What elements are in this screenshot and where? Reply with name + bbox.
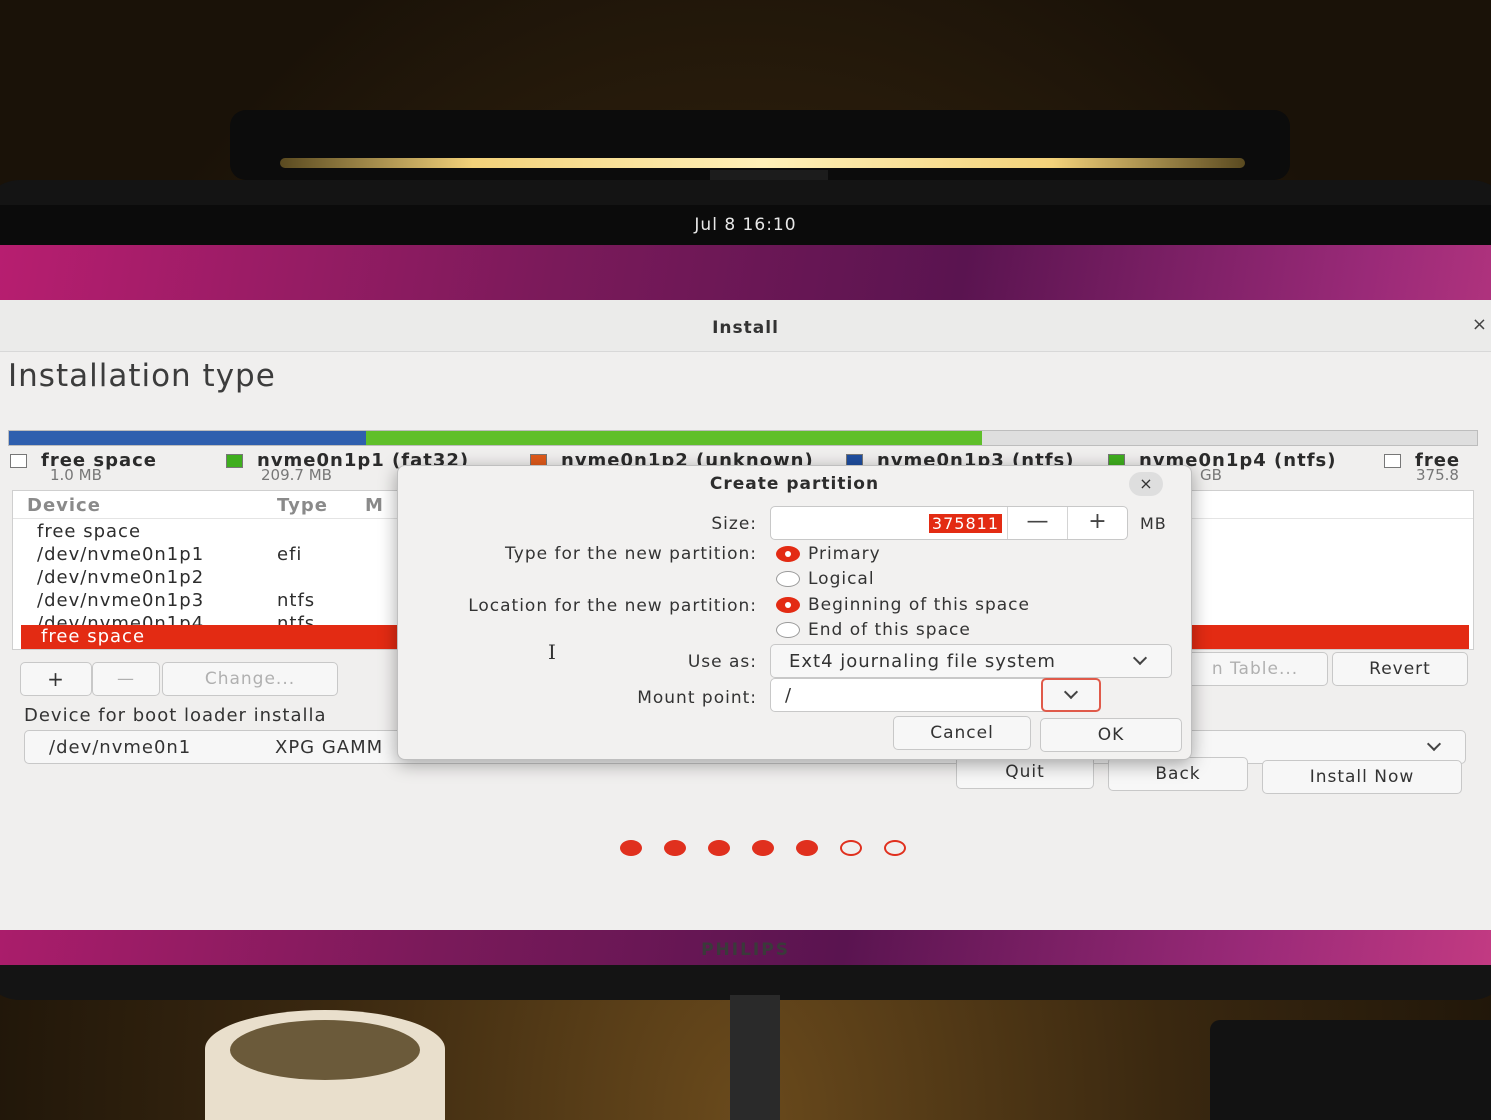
row-device: /dev/nvme0n1p3	[37, 590, 205, 611]
radio-logical[interactable]	[776, 571, 800, 587]
chevron-down-icon	[1426, 736, 1442, 752]
bootloader-label: Device for boot loader installa	[24, 705, 327, 726]
disk-usage-bar	[8, 430, 1478, 446]
desk-bin-contents	[230, 1020, 420, 1080]
progress-dot-complete	[620, 840, 642, 856]
new-partition-table-button[interactable]: n Table...	[1182, 652, 1328, 686]
mount-point-value: /	[785, 685, 792, 706]
size-input[interactable]: 375811	[928, 514, 1002, 533]
ok-button[interactable]: OK	[1040, 718, 1182, 752]
disk-segment	[365, 431, 983, 445]
mount-point-input[interactable]: /	[770, 678, 1101, 712]
decrement-button[interactable]: —	[1007, 507, 1067, 539]
text-cursor-icon: I	[548, 640, 556, 664]
radio-logical-label[interactable]: Logical	[808, 569, 875, 589]
use-as-select[interactable]: Ext4 journaling file system	[770, 644, 1172, 678]
quit-button[interactable]: Quit	[956, 755, 1094, 789]
light-bar-glow	[280, 158, 1245, 168]
size-unit: MB	[1140, 514, 1167, 533]
chevron-down-icon	[1063, 684, 1079, 700]
progress-dot-complete	[664, 840, 686, 856]
progress-dot-complete	[708, 840, 730, 856]
chevron-down-icon	[1132, 650, 1148, 666]
row-device: free space	[41, 626, 146, 647]
legend-swatch	[10, 453, 27, 468]
radio-end[interactable]	[776, 622, 800, 638]
legend-size: 1.0 MB	[50, 466, 102, 484]
size-spinner[interactable]: 375811 — +	[770, 506, 1128, 540]
back-button[interactable]: Back	[1108, 757, 1248, 791]
column-device[interactable]: Device	[27, 495, 101, 516]
radio-end-label[interactable]: End of this space	[808, 620, 971, 640]
radio-primary-label[interactable]: Primary	[808, 544, 881, 564]
bootloader-device: /dev/nvme0n1	[49, 737, 192, 758]
column-mount[interactable]: M	[365, 495, 384, 516]
column-type[interactable]: Type	[277, 495, 328, 516]
legend-swatch	[1384, 453, 1401, 468]
progress-dots	[620, 840, 920, 860]
mount-point-label: Mount point:	[637, 688, 757, 708]
legend-item: free 375.8	[1384, 450, 1460, 484]
row-device: free space	[37, 521, 142, 542]
clock[interactable]: Jul 8 16:10	[0, 215, 1491, 235]
cancel-button[interactable]: Cancel	[893, 716, 1031, 750]
disk-segment	[982, 431, 1477, 445]
progress-dot-complete	[796, 840, 818, 856]
create-partition-dialog: Create partition × Size: 375811 — + MB T…	[397, 465, 1192, 760]
monitor-stand	[730, 995, 780, 1120]
monitor-brand-logo: PHILIPS	[701, 940, 790, 960]
increment-button[interactable]: +	[1067, 507, 1127, 539]
close-icon[interactable]: ×	[1472, 314, 1487, 335]
install-now-button[interactable]: Install Now	[1262, 760, 1462, 794]
legend-size: 375.8	[1416, 466, 1459, 484]
location-label: Location for the new partition:	[468, 596, 757, 616]
row-type: ntfs	[277, 590, 316, 611]
add-partition-button[interactable]: +	[20, 662, 92, 696]
disk-segment	[9, 431, 366, 445]
use-as-label: Use as:	[687, 652, 757, 672]
progress-dot-complete	[752, 840, 774, 856]
top-bar: Jul 8 16:10	[0, 205, 1491, 245]
size-label: Size:	[711, 514, 757, 534]
window-title: Install	[712, 318, 779, 338]
progress-dot-pending	[884, 840, 906, 856]
row-device: /dev/nvme0n1p1	[37, 544, 205, 565]
radio-beginning[interactable]	[776, 597, 800, 613]
close-icon[interactable]: ×	[1129, 472, 1163, 496]
remove-partition-button[interactable]: —	[92, 662, 160, 696]
dialog-title: Create partition	[709, 474, 880, 494]
window-titlebar: Install ×	[0, 300, 1491, 352]
radio-beginning-label[interactable]: Beginning of this space	[808, 595, 1030, 615]
legend-size: GB	[1200, 466, 1222, 484]
mount-point-dropdown-button[interactable]	[1041, 678, 1101, 712]
legend-item: free space 1.0 MB	[10, 450, 157, 484]
use-as-value: Ext4 journaling file system	[789, 651, 1056, 672]
legend-size: 209.7 MB	[261, 466, 332, 484]
page-title: Installation type	[8, 358, 276, 394]
row-type: efi	[277, 544, 303, 565]
change-partition-button[interactable]: Change...	[162, 662, 338, 696]
revert-button[interactable]: Revert	[1332, 652, 1468, 686]
desk-device	[1210, 1020, 1491, 1120]
radio-primary[interactable]	[776, 546, 800, 562]
row-device: /dev/nvme0n1p2	[37, 567, 205, 588]
bootloader-model: XPG GAMM	[275, 737, 384, 758]
type-label: Type for the new partition:	[505, 544, 757, 564]
legend-swatch	[226, 453, 243, 468]
progress-dot-pending	[840, 840, 862, 856]
